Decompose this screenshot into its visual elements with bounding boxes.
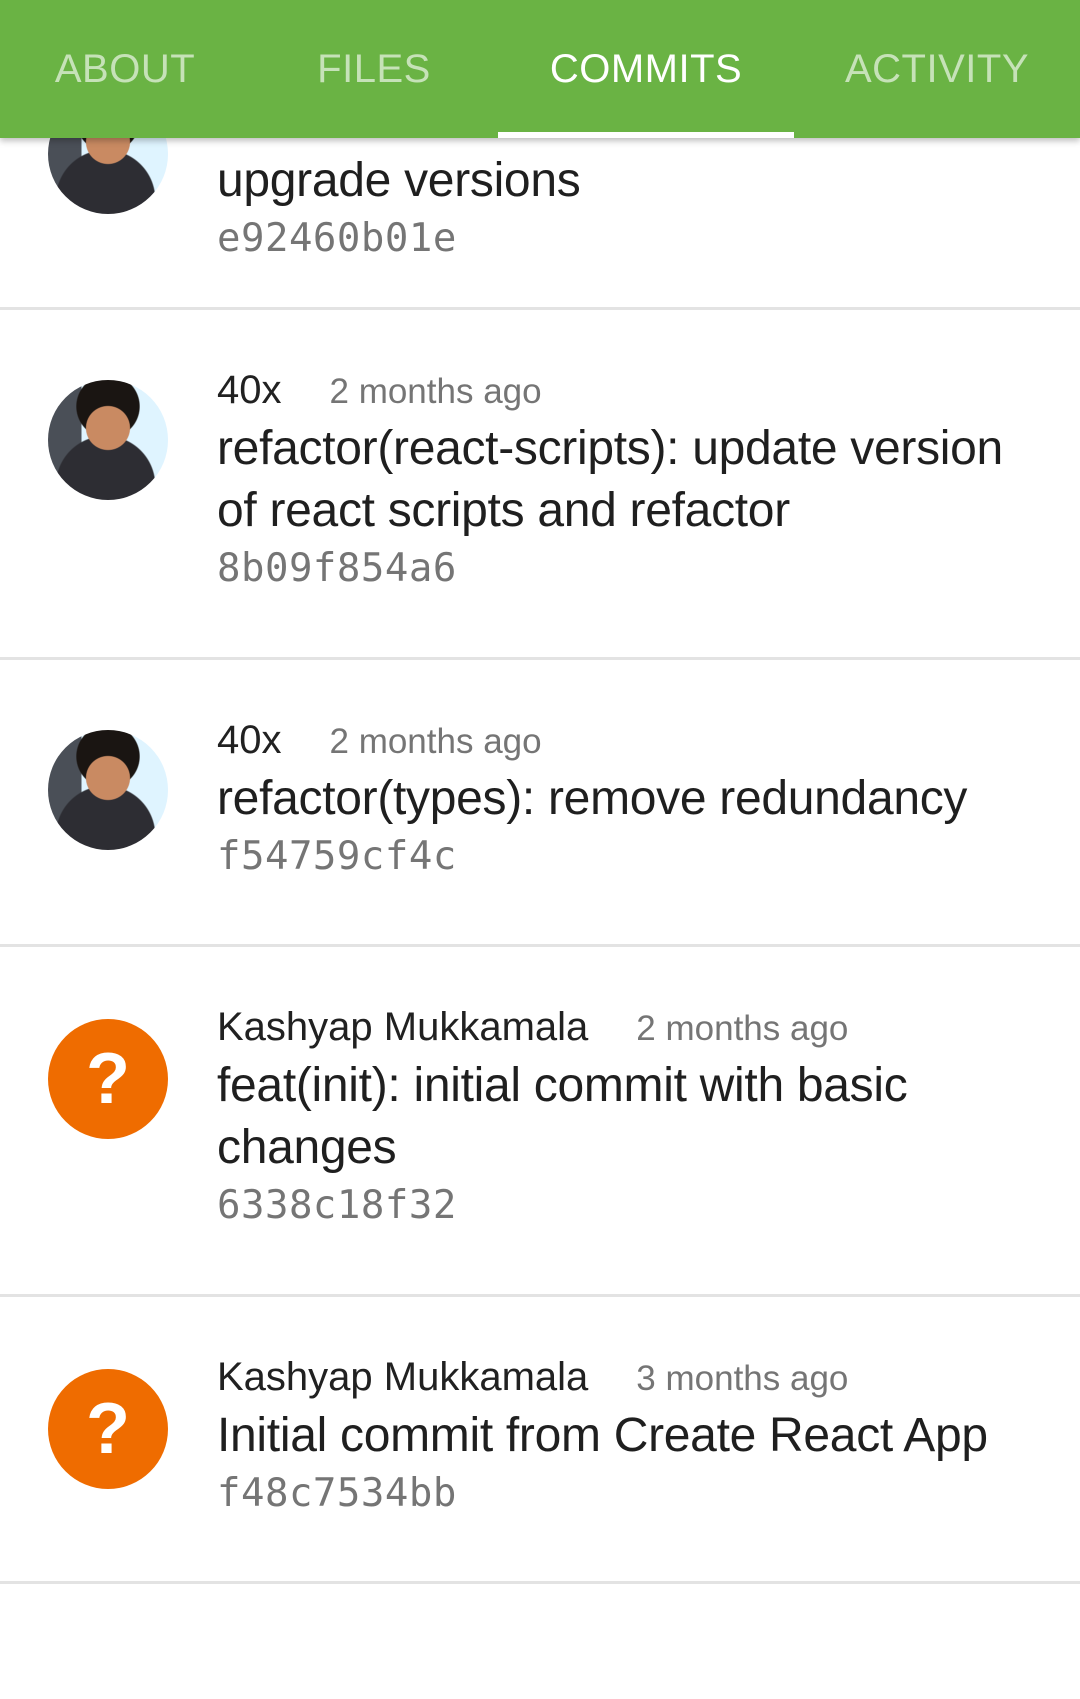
commit-meta: 40x 2 months ago bbox=[217, 368, 1040, 418]
commit-row[interactable]: 40x 2 months ago refactor(react-scripts)… bbox=[0, 310, 1080, 660]
commit-row[interactable]: 40x 2 months ago refactor(types): remove… bbox=[0, 660, 1080, 947]
commit-sha: 8b09f854a6 bbox=[217, 546, 457, 591]
question-mark-icon: ? bbox=[86, 1389, 130, 1469]
user-photo-icon bbox=[48, 730, 168, 850]
commit-time: 2 months ago bbox=[636, 1009, 849, 1048]
commit-message: refactor(types): remove redundancy bbox=[217, 772, 968, 825]
tab-bar: ABOUT FILES COMMITS ACTIVITY bbox=[0, 0, 1080, 138]
commit-time: 2 months ago bbox=[329, 372, 542, 411]
commit-message: feat(init): initial commit with basic ch… bbox=[217, 1059, 908, 1174]
commit-author: 40x bbox=[217, 368, 282, 412]
tab-files[interactable]: FILES bbox=[250, 0, 498, 138]
commit-sha: 6338c18f32 bbox=[217, 1183, 457, 1228]
commit-message: refactor(react-scripts): update version … bbox=[217, 422, 1003, 537]
commit-time: 3 months ago bbox=[636, 1359, 849, 1398]
commit-meta: Kashyap Mukkamala 2 months ago bbox=[217, 1005, 1040, 1055]
tab-activity[interactable]: ACTIVITY bbox=[794, 0, 1080, 138]
commit-author: Kashyap Mukkamala bbox=[217, 1005, 589, 1049]
commit-message: Initial commit from Create React App bbox=[217, 1409, 988, 1462]
commit-author: 40x bbox=[217, 718, 282, 762]
commit-sha: f48c7534bb bbox=[217, 1471, 457, 1516]
commit-list: upgrade versions e92460b01e 40x 2 months… bbox=[0, 0, 1080, 1584]
commit-meta: Kashyap Mukkamala 3 months ago bbox=[217, 1355, 1040, 1405]
commit-meta: 40x 2 months ago bbox=[217, 718, 1040, 768]
commit-message: upgrade versions bbox=[217, 154, 581, 207]
commit-sha: f54759cf4c bbox=[217, 834, 457, 879]
commit-author: Kashyap Mukkamala bbox=[217, 1355, 589, 1399]
unknown-user-icon: ? bbox=[48, 1369, 168, 1489]
commit-row[interactable]: ? Kashyap Mukkamala 3 months ago Initial… bbox=[0, 1297, 1080, 1584]
user-photo-icon bbox=[48, 380, 168, 500]
tab-commits[interactable]: COMMITS bbox=[498, 0, 794, 138]
unknown-user-icon: ? bbox=[48, 1019, 168, 1139]
commit-sha: e92460b01e bbox=[217, 216, 457, 261]
commit-time: 2 months ago bbox=[329, 722, 542, 761]
commit-row[interactable]: ? Kashyap Mukkamala 2 months ago feat(in… bbox=[0, 947, 1080, 1297]
question-mark-icon: ? bbox=[86, 1039, 130, 1119]
tab-about[interactable]: ABOUT bbox=[0, 0, 250, 138]
